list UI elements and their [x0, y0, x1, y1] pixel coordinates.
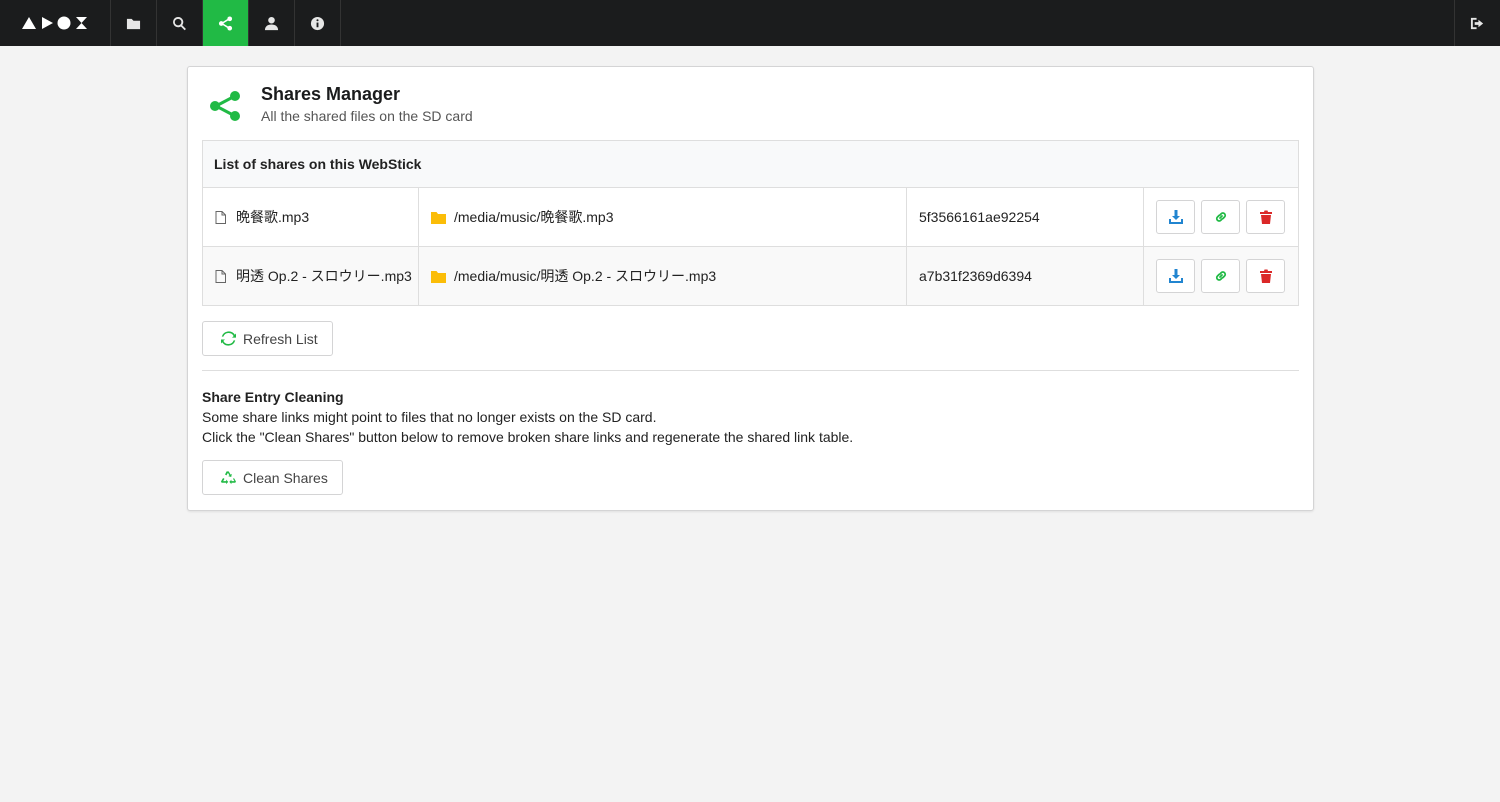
sign-out-icon: [1470, 17, 1484, 29]
share-filename: 明透 Op.2 - スロウリー.mp3: [236, 268, 412, 284]
nav-info[interactable]: [295, 0, 341, 46]
user-icon: [264, 16, 279, 30]
filename-cell: 晩餐歌.mp3: [202, 187, 419, 247]
nav-search[interactable]: [157, 0, 203, 46]
download-button[interactable]: [1156, 200, 1195, 234]
copy-link-button[interactable]: [1201, 200, 1240, 234]
clean-shares-button[interactable]: Clean Shares: [202, 460, 343, 495]
copy-link-button[interactable]: [1201, 259, 1240, 293]
cleaning-line-1: Some share links might point to files th…: [202, 409, 657, 425]
delete-button[interactable]: [1246, 200, 1285, 234]
clean-shares-label: Clean Shares: [243, 469, 328, 486]
refresh-list-button[interactable]: Refresh List: [202, 321, 333, 356]
refresh-icon: [221, 331, 236, 346]
actions-cell: [1143, 246, 1299, 306]
top-nav-bar: [0, 0, 1500, 46]
shares-table: List of shares on this WebStick 晩餐歌.mp3 …: [202, 140, 1299, 306]
share-id: 5f3566161ae92254: [919, 209, 1040, 225]
folder-icon: [431, 270, 446, 283]
path-cell[interactable]: /media/music/晩餐歌.mp3: [418, 187, 907, 247]
cleaning-title: Share Entry Cleaning: [202, 389, 344, 405]
share-path[interactable]: /media/music/晩餐歌.mp3: [454, 207, 613, 227]
cleaning-line-2: Click the "Clean Shares" button below to…: [202, 429, 854, 445]
page-subtitle: All the shared files on the SD card: [261, 108, 473, 124]
table-row: 明透 Op.2 - スロウリー.mp3 /media/music/明透 Op.2…: [202, 246, 1299, 306]
cleaning-info: Share Entry Cleaning Some share links mi…: [202, 387, 853, 447]
download-button[interactable]: [1156, 259, 1195, 293]
folder-icon: [431, 211, 446, 224]
file-icon: [215, 210, 226, 224]
info-icon: [310, 16, 325, 30]
share-filename: 晩餐歌.mp3: [236, 209, 310, 225]
share-icon: [218, 15, 233, 31]
share-id-cell: a7b31f2369d6394: [906, 246, 1144, 306]
section-divider: [202, 370, 1299, 371]
nav-files[interactable]: [111, 0, 157, 46]
share-id-cell: 5f3566161ae92254: [906, 187, 1144, 247]
link-icon: [1215, 212, 1226, 222]
logo-icon: [22, 16, 87, 30]
share-path[interactable]: /media/music/明透 Op.2 - スロウリー.mp3: [454, 266, 716, 286]
file-icon: [215, 269, 226, 283]
path-cell[interactable]: /media/music/明透 Op.2 - スロウリー.mp3: [418, 246, 907, 306]
nav-logout[interactable]: [1454, 0, 1500, 46]
download-icon: [1168, 269, 1183, 283]
recycle-icon: [221, 471, 236, 485]
trash-icon: [1259, 269, 1272, 283]
share-id: a7b31f2369d6394: [919, 268, 1032, 284]
share-header-icon: [208, 89, 242, 123]
page-header: Shares Manager All the shared files on t…: [208, 83, 473, 124]
table-header: List of shares on this WebStick: [202, 140, 1299, 188]
actions-cell: [1143, 187, 1299, 247]
trash-icon: [1259, 210, 1272, 224]
download-icon: [1168, 210, 1183, 224]
refresh-list-label: Refresh List: [243, 330, 318, 347]
page-title: Shares Manager: [261, 84, 401, 104]
table-row: 晩餐歌.mp3 /media/music/晩餐歌.mp3 5f3566161ae…: [202, 187, 1299, 247]
delete-button[interactable]: [1246, 259, 1285, 293]
app-logo[interactable]: [0, 0, 111, 46]
shares-manager-card: Shares Manager All the shared files on t…: [187, 66, 1314, 511]
link-icon: [1215, 271, 1226, 281]
search-icon: [173, 16, 186, 30]
nav-shares[interactable]: [203, 0, 249, 46]
nav-user[interactable]: [249, 0, 295, 46]
filename-cell: 明透 Op.2 - スロウリー.mp3: [202, 246, 419, 306]
folder-icon: [126, 18, 141, 29]
